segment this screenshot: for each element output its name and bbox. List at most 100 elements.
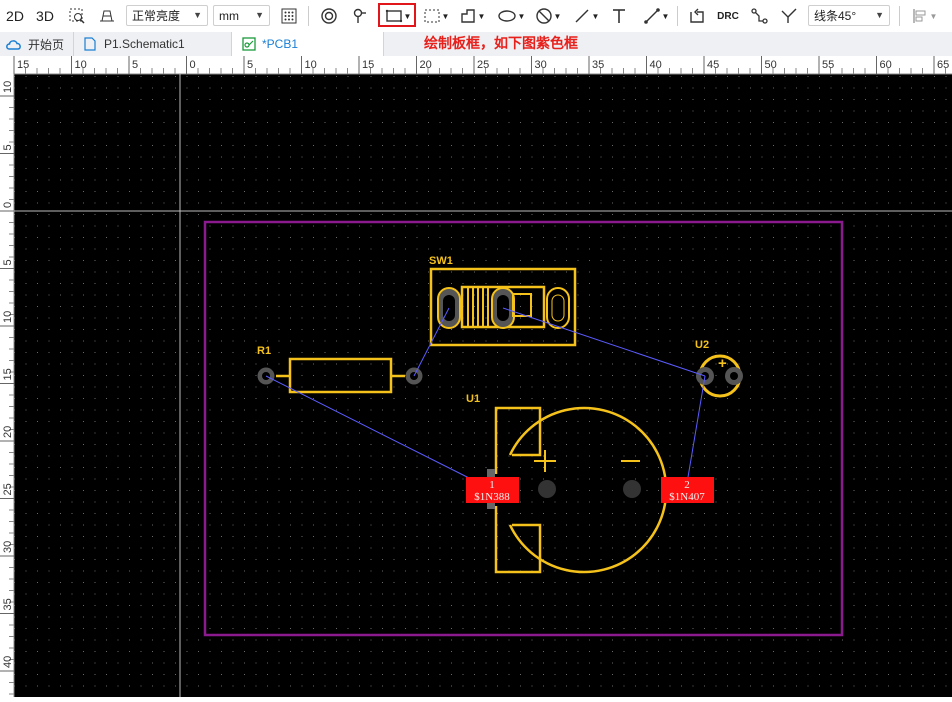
ruler-label: 35 (592, 59, 604, 71)
separator (677, 6, 678, 26)
pad-button[interactable] (348, 4, 370, 28)
layer-view-button[interactable] (96, 4, 118, 28)
chevron-down-icon: ▼ (255, 10, 264, 20)
chevron-down-icon: ▼ (661, 11, 670, 21)
ruler-label: 0 (2, 202, 14, 208)
ruler-label: 5 (2, 259, 14, 265)
tab-label: 开始页 (28, 37, 65, 52)
ruler-label: 55 (822, 59, 834, 71)
top-ruler (0, 56, 952, 74)
dimension-icon (643, 8, 660, 24)
chevron-down-icon: ▼ (591, 11, 600, 21)
pad-icon (353, 8, 366, 23)
ruler-label: 40 (650, 59, 662, 71)
line-icon (575, 9, 589, 23)
route-angle-icon (781, 8, 797, 23)
route-icon (751, 8, 768, 24)
align-button[interactable]: ▼ (908, 4, 940, 28)
rotate-button[interactable] (686, 4, 708, 28)
chevron-down-icon: ▼ (929, 11, 938, 21)
hole-button[interactable]: ▼ (532, 4, 564, 28)
grid-button[interactable] (278, 4, 300, 28)
ruler-label: 65 (937, 59, 949, 71)
board-outline-highlight (378, 3, 416, 27)
pcb-canvas-area[interactable]: 15 10 5 0 5 10 15 20 25 30 35 40 45 50 55 60 65 10 5 0 5 10 1… (0, 56, 952, 697)
line-button[interactable]: ▼ (570, 4, 602, 28)
pad-number: 2 (684, 479, 690, 491)
ruler-label: 5 (247, 59, 253, 71)
pad-number: 1 (489, 479, 495, 491)
toolbar: 2D 3D 正常亮度 ▼ mm ▼ ▼ ▼ ▼ ▼ ▼ ▼ ▼ DRC 线条45… (0, 0, 952, 33)
align-left-icon (912, 9, 926, 23)
ruler-label: 20 (2, 426, 14, 438)
u2-designator: U2 (695, 339, 709, 351)
u1-hole-2 (623, 480, 641, 498)
brightness-select[interactable]: 正常亮度 ▼ (126, 5, 208, 26)
view-2d-button[interactable]: 2D (4, 4, 26, 28)
layer-icon (100, 10, 114, 22)
grid-icon (281, 8, 297, 24)
unit-value: mm (219, 8, 239, 23)
route-mode-select[interactable]: 线条45° ▼ (808, 5, 890, 26)
chevron-down-icon: ▼ (553, 11, 562, 21)
unit-select[interactable]: mm ▼ (213, 5, 270, 26)
via-button[interactable] (318, 4, 340, 28)
tab-start-page[interactable]: 开始页 (0, 32, 74, 56)
ruler-label: 15 (362, 59, 374, 71)
ruler-label: 25 (2, 483, 14, 495)
ruler-label: 30 (535, 59, 547, 71)
copper-area-button[interactable]: ▼ (456, 4, 488, 28)
pcb-canvas[interactable]: 15 10 5 0 5 10 15 20 25 30 35 40 45 50 55 60 65 10505101… (0, 56, 952, 697)
text-button[interactable] (608, 4, 630, 28)
zoom-area-button[interactable] (66, 4, 88, 28)
ruler-label: 10 (305, 59, 317, 71)
no-circle-icon (535, 8, 552, 24)
ellipse-button[interactable]: ▼ (494, 4, 528, 28)
chevron-down-icon: ▼ (193, 10, 202, 20)
rotate-icon (690, 8, 704, 23)
route-mode-value: 线条45° (814, 9, 857, 23)
tab-label: P1.Schematic1 (104, 37, 185, 51)
tab-schematic[interactable]: P1.Schematic1 (74, 32, 232, 56)
dimension-button[interactable]: ▼ (640, 4, 672, 28)
u1-pad-1[interactable]: 1 $1N388 (466, 477, 519, 503)
u1-designator: U1 (466, 393, 480, 405)
copper-area-icon (460, 9, 475, 23)
ruler-label: 35 (2, 598, 14, 610)
ruler-label: 10 (2, 311, 14, 323)
region-icon (424, 9, 440, 23)
separator (308, 6, 309, 26)
via-icon (321, 8, 337, 24)
separator (899, 6, 900, 26)
ruler-label: 50 (765, 59, 777, 71)
ruler-label: 10 (75, 59, 87, 71)
chevron-down-icon: ▼ (875, 10, 884, 20)
ruler-label: 15 (17, 59, 29, 71)
route-button[interactable] (748, 4, 770, 28)
chevron-down-icon: ▼ (517, 11, 526, 21)
ruler-label: 15 (2, 368, 14, 380)
ruler-label: 25 (477, 59, 489, 71)
annotation-text: 绘制板框，如下图紫色框 (424, 35, 578, 51)
pad-net-name: $1N388 (474, 491, 510, 503)
cloud-icon (6, 40, 21, 50)
pad-net-name: $1N407 (669, 491, 705, 503)
ruler-label: 40 (2, 656, 14, 668)
tab-pcb[interactable]: *PCB1 (232, 32, 384, 56)
document-icon (84, 37, 96, 51)
grid-dots (14, 74, 952, 697)
view-3d-button[interactable]: 3D (34, 4, 56, 28)
ruler-label: 5 (132, 59, 138, 71)
ruler-label: 45 (707, 59, 719, 71)
drc-button[interactable]: DRC (714, 4, 742, 28)
u1-hole-1 (538, 480, 556, 498)
text-icon (613, 9, 625, 23)
ruler-label: 10 (2, 81, 14, 93)
pcb-icon (242, 37, 256, 51)
region-button[interactable]: ▼ (420, 4, 452, 28)
zoom-area-icon (69, 8, 85, 24)
u1-pad-2[interactable]: 2 $1N407 (661, 477, 714, 503)
ruler-label: 60 (880, 59, 892, 71)
view-2d-label: 2D (6, 8, 24, 24)
route-angle-button[interactable] (778, 4, 800, 28)
